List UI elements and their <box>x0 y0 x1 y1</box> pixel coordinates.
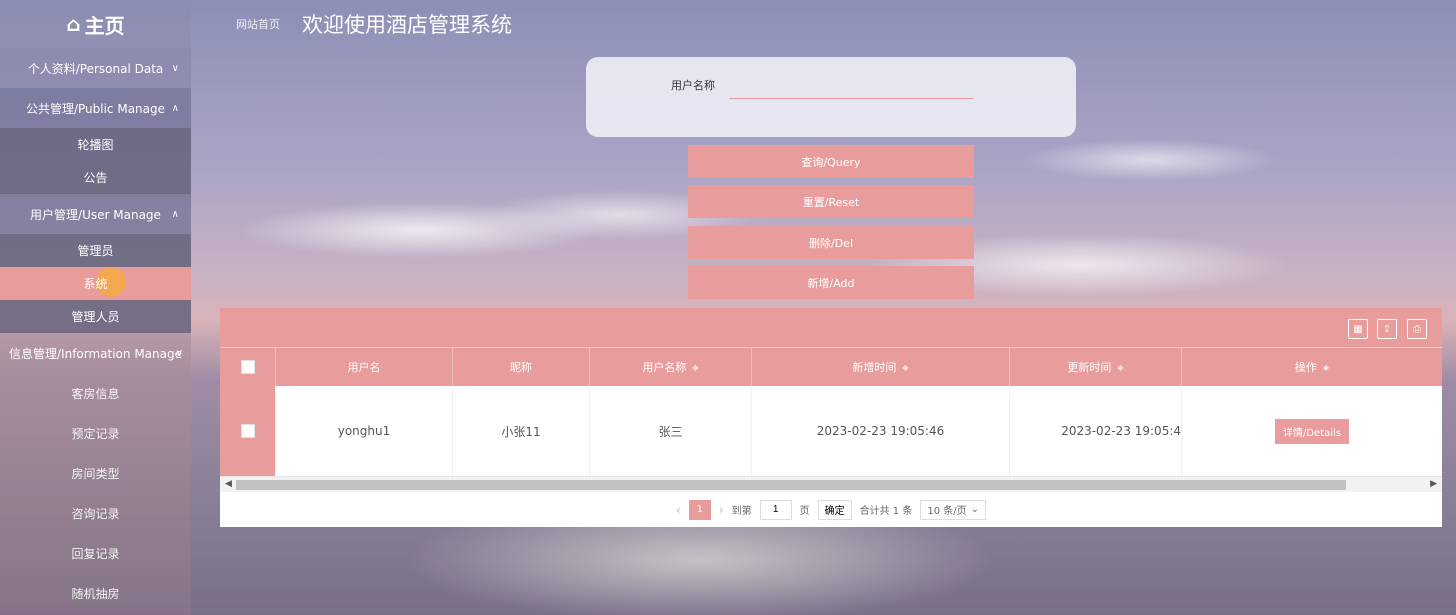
logo-text: 主页 <box>84 13 125 38</box>
sidebar-item-random-room[interactable]: 随机抽房 <box>0 573 191 613</box>
cell-username: yonghu1 <box>276 386 453 476</box>
chevron-down-icon: ⌄ <box>970 504 980 515</box>
breadcrumb-home[interactable]: 网站首页 <box>236 16 280 32</box>
page-size-value: 10 条/页 <box>927 506 967 517</box>
sidebar-item-carousel[interactable]: 轮播图 <box>0 128 191 161</box>
chevron-down-icon: ∨ <box>171 62 179 74</box>
page-unit-label: 页 <box>799 506 810 517</box>
row-checkbox[interactable] <box>240 424 255 438</box>
scroll-right-icon[interactable]: ▶ <box>1430 479 1437 489</box>
table-row: yonghu1 小张11 张三 2023-02-23 19:05:46 2023… <box>220 386 1442 476</box>
header-action: 操作 ◆ <box>1294 361 1330 374</box>
prev-page-icon[interactable]: ‹ <box>676 503 681 517</box>
details-button[interactable]: 详情/Details <box>1274 418 1350 444</box>
reset-button[interactable]: 重置/Reset <box>688 185 974 218</box>
chevron-up-icon: ∧ <box>171 208 179 220</box>
cell-updated: 2023-02-23 19:05:4 <box>1010 386 1182 476</box>
scroll-left-icon[interactable]: ◀ <box>225 479 232 489</box>
sidebar-item-replies[interactable]: 回复记录 <box>0 533 191 573</box>
sidebar-item-notice[interactable]: 公告 <box>0 161 191 194</box>
total-count: 合计共 1 条 <box>859 506 913 517</box>
menu-personal-data[interactable]: 个人资料/Personal Data ∨ <box>0 48 191 88</box>
sidebar-item-system-label: 系统 <box>83 277 108 291</box>
sidebar-item-staff[interactable]: 管理人员 <box>0 300 191 333</box>
system-title: 欢迎使用酒店管理系统 <box>302 13 512 37</box>
next-page-icon[interactable]: › <box>719 503 724 517</box>
goto-label: 到第 <box>731 506 752 517</box>
header-updated[interactable]: 更新时间 ◆ <box>1010 348 1182 386</box>
username-search-input[interactable] <box>729 73 973 99</box>
horizontal-scrollbar[interactable]: ◀ ▶ <box>220 476 1442 492</box>
sort-icon: ◆ <box>692 362 699 372</box>
cell-name: 张三 <box>590 386 752 476</box>
menu-personal-label: 个人资料/Personal Data <box>27 61 164 76</box>
menu-user-manage[interactable]: 用户管理/User Manage ∧ <box>0 194 191 234</box>
menu-information-manage[interactable]: 信息管理/Information Manage ∨ <box>0 333 191 373</box>
sidebar: 个人资料/Personal Data ∨ 公共管理/Public Manage … <box>0 48 191 615</box>
print-icon[interactable]: ⎙ <box>1407 319 1427 339</box>
sidebar-item-bookings[interactable]: 预定记录 <box>0 413 191 453</box>
menu-public-manage[interactable]: 公共管理/Public Manage ∧ <box>0 88 191 128</box>
table-panel: ▦ ⇪ ⎙ 用户名 昵称 用户名称 ◆ 新增时间 ◆ 更新时间 ◆ 操作 ◆ yongh… <box>220 308 1442 527</box>
goto-page-input[interactable] <box>759 499 792 520</box>
table-toolbar: ▦ ⇪ ⎙ <box>220 308 1442 348</box>
sidebar-item-rooms[interactable]: 客房信息 <box>0 373 191 413</box>
search-card: 用户名称 <box>586 57 1076 137</box>
header-username: 用户名 <box>276 348 453 386</box>
cell-created: 2023-02-23 19:05:46 <box>752 386 1010 476</box>
query-button[interactable]: 查询/Query <box>688 145 974 178</box>
chevron-down-icon: ∨ <box>175 347 183 359</box>
header-nickname: 昵称 <box>453 348 590 386</box>
row-select-cell[interactable] <box>220 386 276 476</box>
cell-nickname: 小张11 <box>453 386 590 476</box>
sort-icon: ◆ <box>902 362 909 372</box>
delete-button[interactable]: 删除/Del <box>688 226 974 259</box>
header-name[interactable]: 用户名称 ◆ <box>590 348 752 386</box>
pagination: ‹ 1 › 到第 页 确定 合计共 1 条 10 条/页 ⌄ <box>220 492 1442 527</box>
page-size-select[interactable]: 10 条/页 ⌄ <box>920 499 987 520</box>
search-label: 用户名称 <box>671 79 715 92</box>
top-header: ⌂ 主页 网站首页 欢迎使用酒店管理系统 <box>0 0 1456 48</box>
menu-public-label: 公共管理/Public Manage <box>25 101 166 116</box>
sort-icon: ◆ <box>1322 362 1330 372</box>
header-select-all[interactable] <box>220 348 276 386</box>
table-header: 用户名 昵称 用户名称 ◆ 新增时间 ◆ 更新时间 ◆ 操作 ◆ <box>220 348 1442 386</box>
export-icon[interactable]: ⇪ <box>1377 319 1397 339</box>
page-number-current[interactable]: 1 <box>688 499 711 520</box>
scroll-thumb[interactable] <box>236 480 1346 490</box>
home-icon: ⌂ <box>66 12 81 36</box>
goto-confirm-button[interactable]: 确定 <box>817 499 852 520</box>
sidebar-item-room-types[interactable]: 房间类型 <box>0 453 191 493</box>
sort-icon: ◆ <box>1117 362 1124 372</box>
home-logo[interactable]: ⌂ 主页 <box>0 0 191 48</box>
sidebar-item-admin[interactable]: 管理员 <box>0 234 191 267</box>
menu-user-label: 用户管理/User Manage <box>30 207 161 222</box>
select-all-checkbox[interactable] <box>240 360 255 374</box>
add-button[interactable]: 新增/Add <box>688 266 974 299</box>
columns-icon[interactable]: ▦ <box>1348 319 1368 339</box>
menu-info-label: 信息管理/Information Manage <box>9 346 182 361</box>
cell-action: 详情/Details <box>1182 386 1442 476</box>
chevron-up-icon: ∧ <box>171 102 179 114</box>
sidebar-item-inquiries[interactable]: 咨询记录 <box>0 493 191 533</box>
header-created[interactable]: 新增时间 ◆ <box>752 348 1010 386</box>
sidebar-item-system[interactable]: 系统 <box>0 267 191 300</box>
